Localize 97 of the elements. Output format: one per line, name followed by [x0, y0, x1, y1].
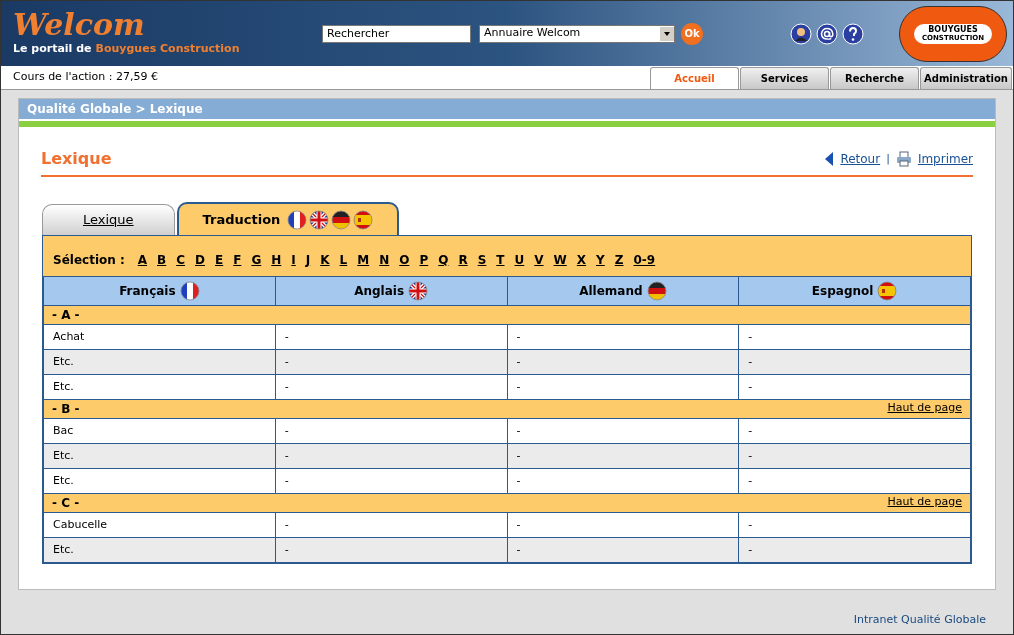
letter-link[interactable]: S: [477, 251, 487, 269]
group-letter: - B -: [52, 401, 80, 418]
table-cell: -: [275, 537, 507, 563]
column-title: Anglais: [354, 283, 405, 300]
directory-select[interactable]: Annuaire Welcom: [479, 24, 675, 43]
table-cell: -: [275, 443, 507, 469]
page-title: Lexique: [41, 148, 112, 170]
table-cell: -: [275, 418, 507, 444]
group-letter: - A -: [52, 307, 80, 324]
table-cell: -: [275, 349, 507, 375]
content-tab[interactable]: Traduction: [176, 202, 399, 235]
print-link[interactable]: Imprimer: [917, 150, 973, 168]
letter-link[interactable]: Q: [438, 251, 449, 269]
table-cell: Cabucelle: [43, 512, 276, 538]
letter-link[interactable]: U: [514, 251, 525, 269]
table-cell: -: [738, 324, 971, 350]
separator: |: [886, 150, 890, 167]
table-cell: Etc.: [43, 349, 276, 375]
letter-link[interactable]: T: [496, 251, 505, 269]
content-tab[interactable]: Lexique: [42, 204, 175, 235]
letter-link[interactable]: K: [320, 251, 330, 269]
spanish-flag-icon: [877, 281, 898, 301]
letter-link[interactable]: O: [399, 251, 410, 269]
letter-link[interactable]: P: [419, 251, 429, 269]
table-cell: -: [738, 443, 971, 469]
letter-link[interactable]: X: [576, 251, 587, 269]
back-link[interactable]: Retour: [840, 150, 881, 168]
table-cell: -: [507, 349, 739, 375]
table-cell: Etc.: [43, 374, 276, 400]
welcom-logo: Welcom: [13, 9, 146, 42]
letter-link[interactable]: C: [176, 251, 186, 269]
group-letter: - C -: [52, 495, 80, 512]
letter-link[interactable]: I: [291, 251, 296, 269]
letter-link[interactable]: J: [305, 251, 311, 269]
letter-link[interactable]: D: [195, 251, 205, 269]
letter-link[interactable]: W: [553, 251, 567, 269]
table-cell: -: [507, 512, 739, 538]
letter-link[interactable]: G: [251, 251, 262, 269]
table-cell: -: [507, 418, 739, 444]
help-icon: [842, 22, 864, 45]
letter-link[interactable]: L: [339, 251, 348, 269]
table-cell: Etc.: [43, 468, 276, 494]
nav-tab[interactable]: Services: [740, 67, 829, 89]
logo-text: BOUYGUES: [928, 24, 978, 34]
table-cell: Bac: [43, 418, 276, 444]
column-title: Français: [119, 283, 176, 300]
table-cell: -: [275, 324, 507, 350]
top-link[interactable]: Haut de page: [887, 400, 962, 418]
person-icon: [790, 22, 812, 45]
table-cell: -: [738, 537, 971, 563]
table-cell: -: [507, 443, 739, 469]
column-title: Allemand: [579, 283, 643, 300]
table-cell: -: [275, 512, 507, 538]
table-cell: Achat: [43, 324, 276, 350]
tagline: Le portail de: [13, 41, 92, 58]
printer-icon: [895, 151, 912, 167]
footer-text: Intranet Qualité Globale: [853, 612, 986, 628]
table-cell: -: [507, 537, 739, 563]
french-flag-icon: [179, 281, 200, 301]
stock-price: Cours de l'action : 27,59 €: [12, 69, 158, 86]
table-cell: -: [275, 374, 507, 400]
letter-link[interactable]: R: [458, 251, 468, 269]
letter-link[interactable]: Y: [596, 251, 605, 269]
table-cell: -: [738, 374, 971, 400]
letter-link[interactable]: V: [534, 251, 544, 269]
letter-link[interactable]: E: [215, 251, 224, 269]
letter-link[interactable]: 0-9: [633, 251, 656, 269]
letter-link[interactable]: B: [157, 251, 167, 269]
letter-link[interactable]: Z: [614, 251, 624, 269]
british-flag-icon: [408, 281, 429, 301]
nav-tab[interactable]: Recherche: [830, 67, 919, 89]
table-cell: -: [738, 418, 971, 444]
selection-label: Sélection :: [53, 252, 125, 269]
table-cell: -: [738, 468, 971, 494]
table-cell: -: [507, 468, 739, 494]
german-flag-icon: [646, 281, 667, 301]
letter-link[interactable]: A: [137, 251, 148, 269]
column-title: Espagnol: [811, 283, 874, 300]
table-cell: Etc.: [43, 443, 276, 469]
email-icon: [816, 22, 838, 45]
top-link[interactable]: Haut de page: [887, 494, 962, 512]
letter-link[interactable]: H: [271, 251, 282, 269]
breadcrumb: Qualité Globale > Lexique: [27, 101, 203, 118]
table-cell: Etc.: [43, 537, 276, 563]
brand-name: Bouygues Construction: [95, 41, 240, 58]
back-arrow-icon: [824, 151, 835, 167]
table-cell: -: [738, 349, 971, 375]
table-cell: -: [738, 512, 971, 538]
search-field[interactable]: Rechercher: [322, 24, 471, 43]
letter-link[interactable]: N: [379, 251, 390, 269]
table-cell: -: [275, 468, 507, 494]
table-cell: -: [507, 374, 739, 400]
table-cell: -: [507, 324, 739, 350]
letter-link[interactable]: M: [357, 251, 370, 269]
nav-tab[interactable]: Administration: [920, 67, 1012, 89]
caret-icon: [660, 26, 674, 41]
letter-link[interactable]: F: [233, 251, 242, 269]
